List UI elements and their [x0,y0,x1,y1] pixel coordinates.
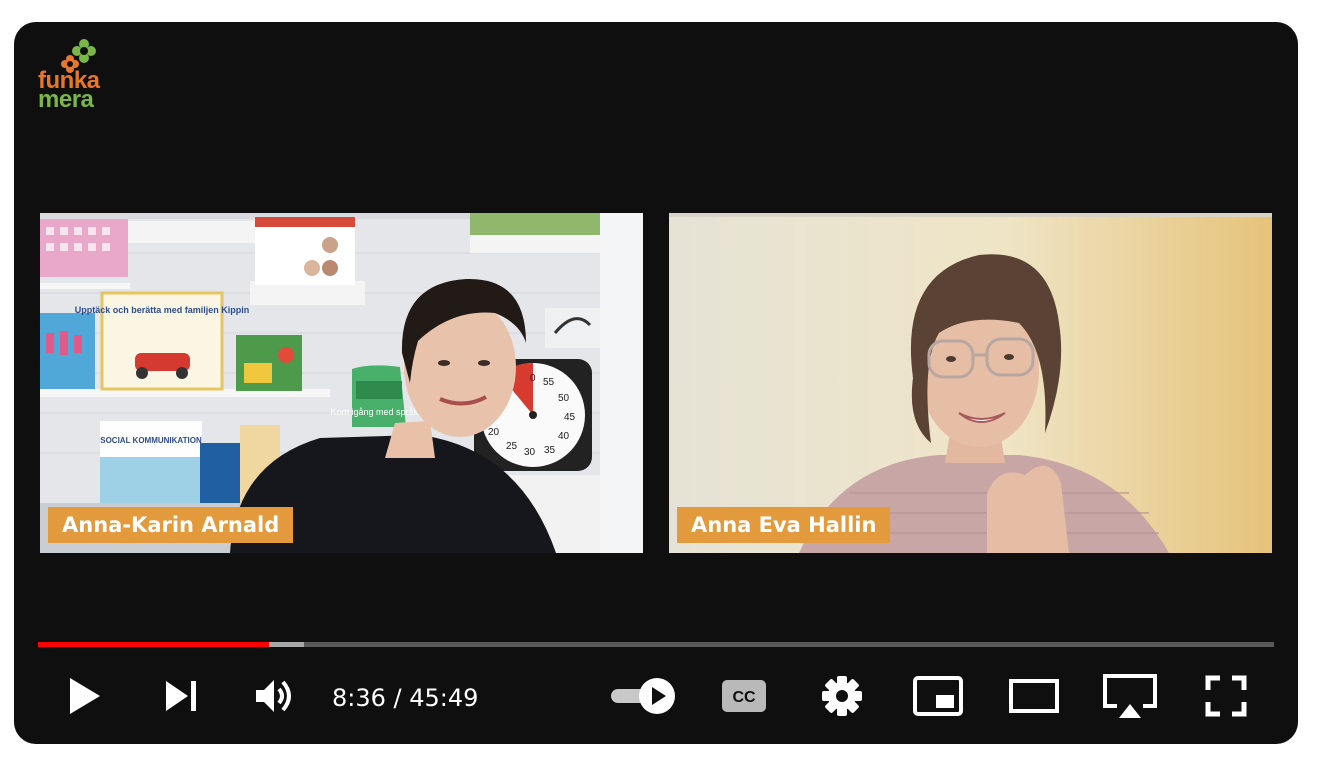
autoplay-toggle-icon [611,678,675,714]
timer-number: 25 [506,441,518,452]
airplay-button[interactable] [1100,672,1160,720]
timer-number: 50 [558,393,570,404]
book-social-title: SOCIAL KOMMUNIKATION [100,436,202,445]
theater-mode-button[interactable] [1006,672,1062,720]
participant-scene-right [669,213,1272,553]
timer-number: 45 [564,412,576,423]
miniplayer-button[interactable] [910,672,966,720]
participant-video-left: Upptäck och berätta med familjen Kippin … [40,213,643,553]
next-icon [166,681,196,711]
captions-icon: CC [722,680,766,712]
captions-button[interactable]: CC [718,672,770,720]
participant-name-tag: Anna-Karin Arnald [48,507,294,543]
theater-icon [1009,679,1059,713]
volume-icon [256,680,291,712]
gear-icon [822,676,862,716]
captions-label: CC [732,689,756,706]
participant-video-right: Anna Eva Hallin [669,213,1272,553]
timer-number: 55 [543,377,555,388]
time-display: 8:36 / 45:49 [332,684,479,712]
participant-name-tag: Anna Eva Hallin [677,507,891,543]
video-player[interactable]: funka mera Upptäck och berätta med famil… [14,22,1298,744]
progress-bar[interactable] [38,642,1274,647]
timer-number: 0 [530,373,536,384]
timer-number: 30 [524,447,536,458]
channel-logo: funka mera [36,38,122,118]
autoplay-toggle[interactable] [608,672,680,720]
play-icon [70,678,100,714]
airplay-icon [1103,674,1157,718]
participant-scene-left: Upptäck och berätta med familjen Kippin … [40,213,643,553]
book-kippin-title: Upptäck och berätta med familjen Kippin [75,305,250,315]
fullscreen-button[interactable] [1200,672,1252,720]
logo-text-line2: mera [38,86,94,113]
settings-button[interactable] [816,672,868,720]
next-button[interactable] [154,672,206,720]
miniplayer-icon [913,676,963,716]
fullscreen-icon [1205,675,1247,717]
timer-number: 35 [544,445,556,456]
control-bar: 8:36 / 45:49 CC [14,662,1298,732]
play-button[interactable] [58,672,110,720]
timer-number: 40 [558,431,570,442]
bag-label: Kom igång med språket [330,407,426,417]
timer-number: 20 [488,427,500,438]
volume-button[interactable] [248,672,300,720]
played-bar [38,642,270,647]
